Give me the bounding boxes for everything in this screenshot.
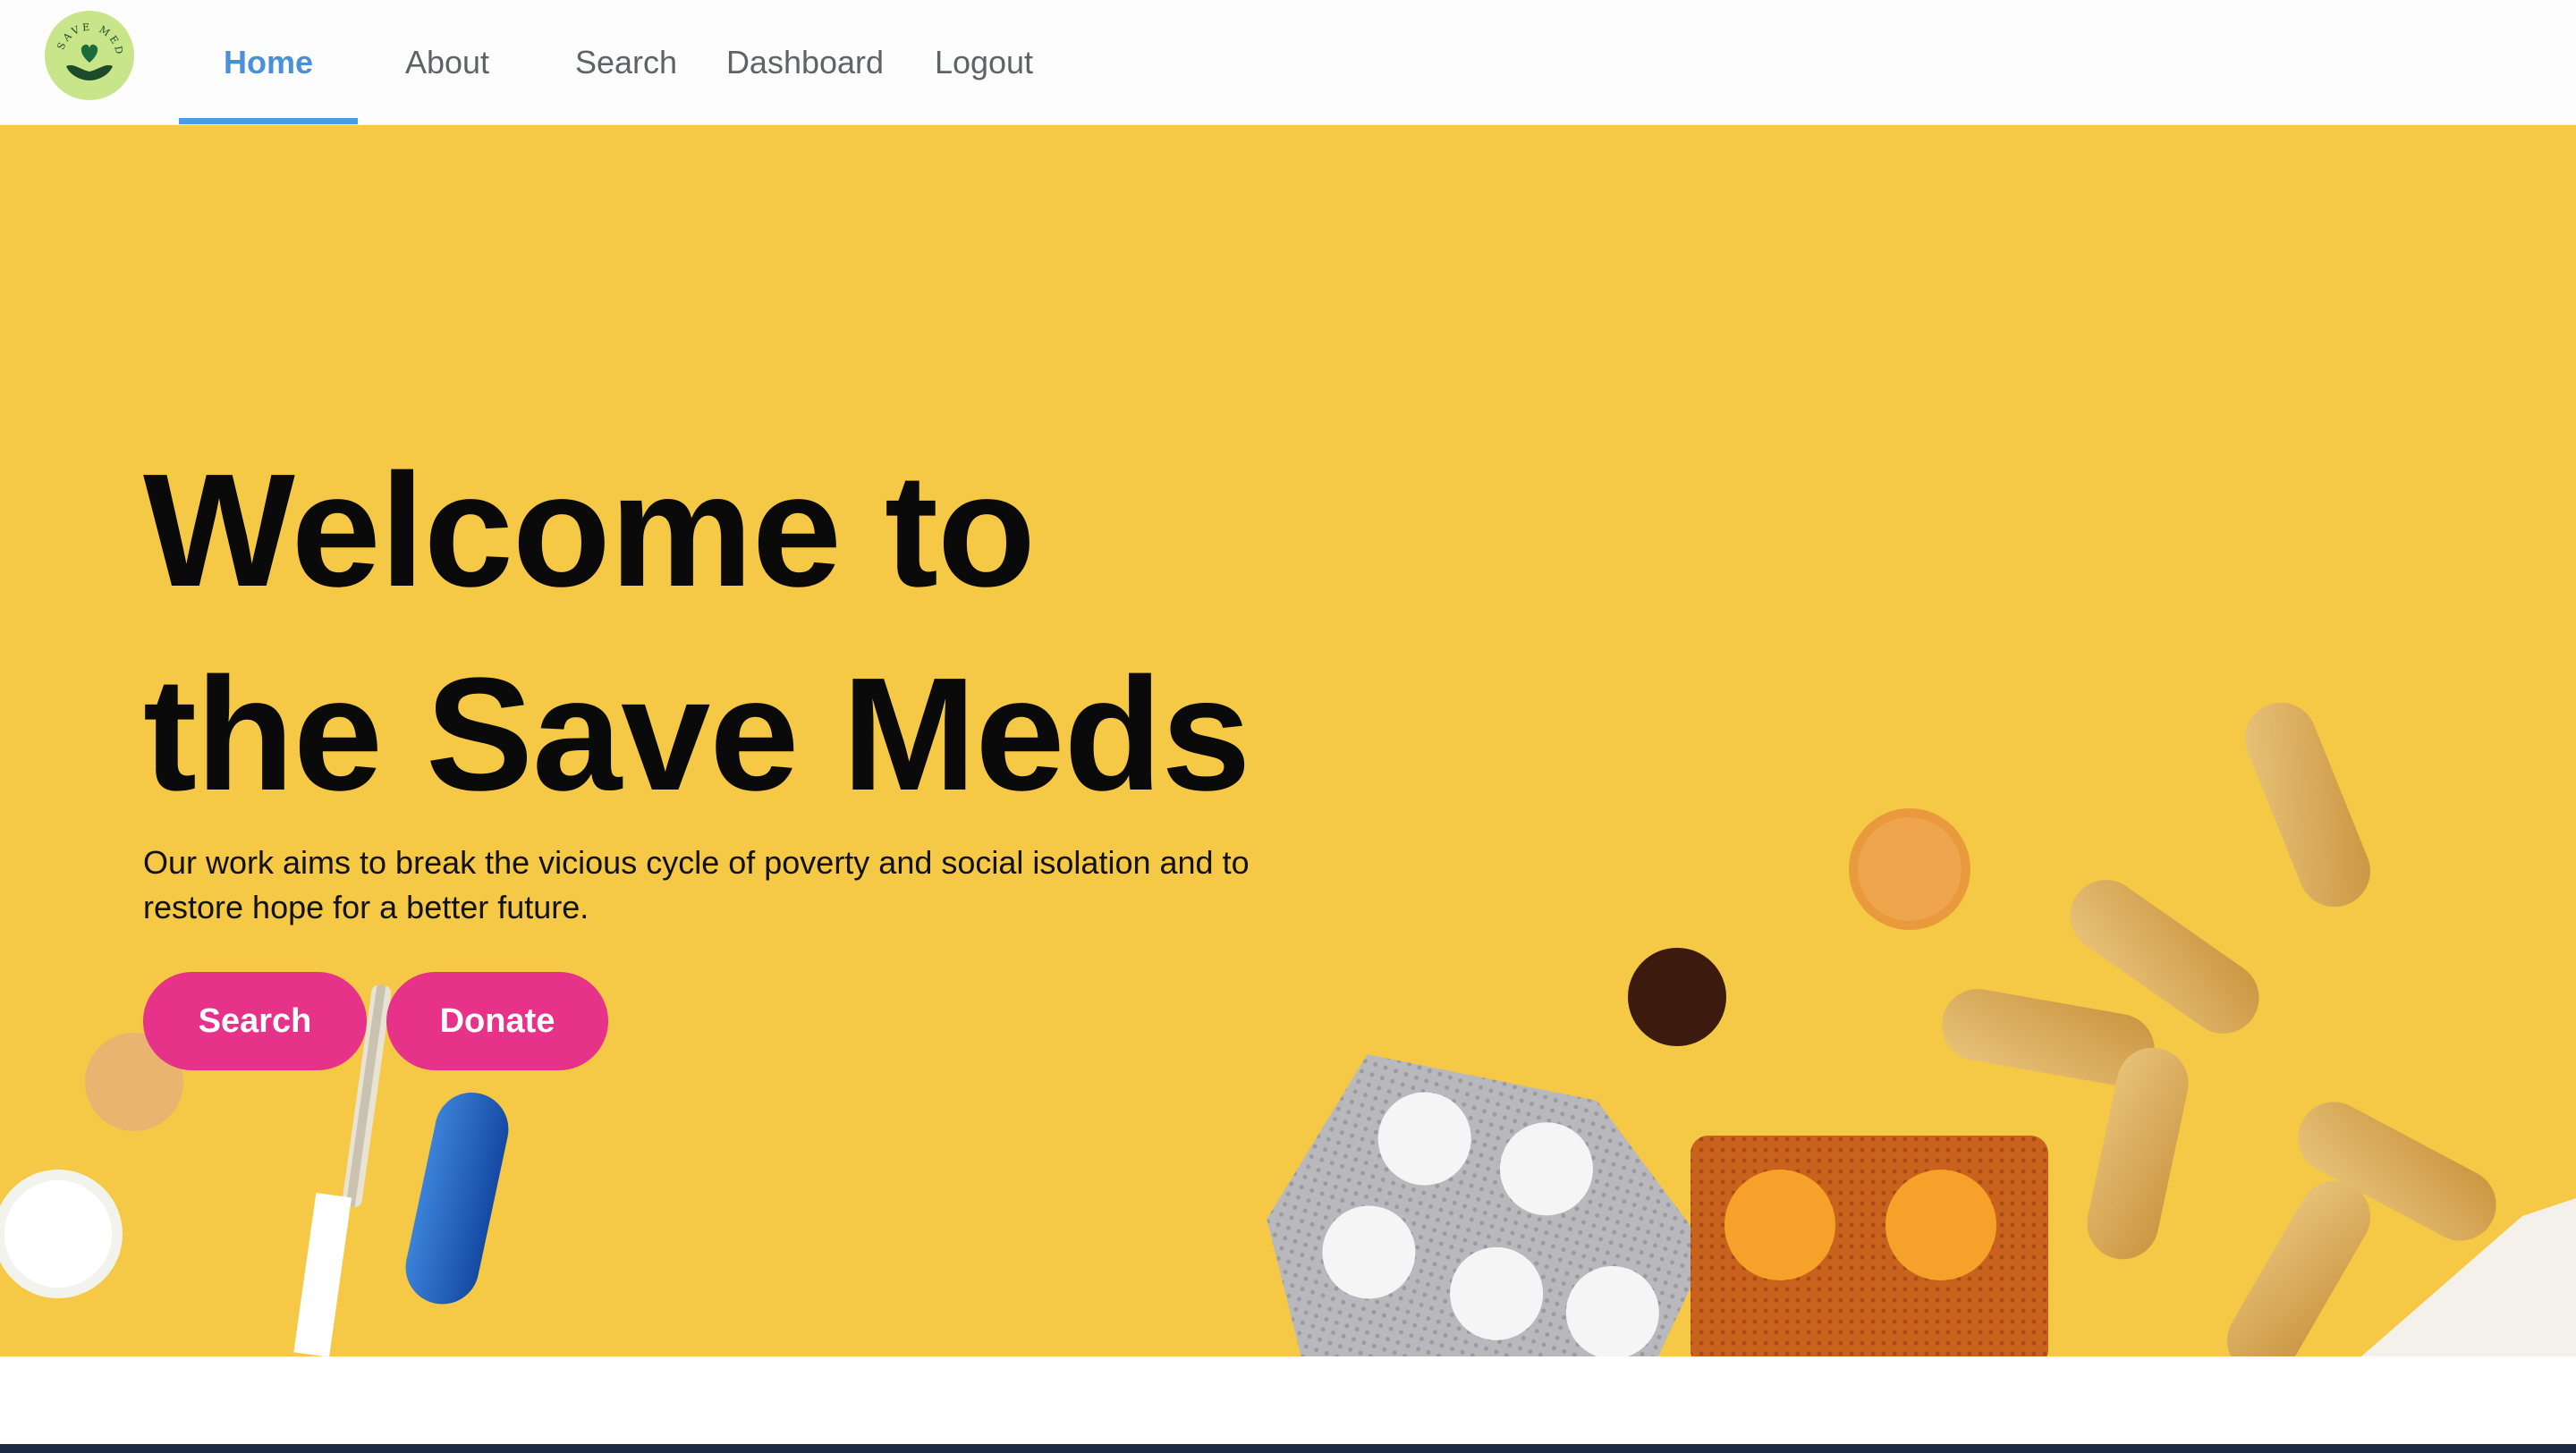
hero-title-line-2: the Save Meds	[143, 645, 1251, 824]
hero-banner: Welcome to the Save Meds Our work aims t…	[0, 125, 2576, 1356]
hero-search-button[interactable]: Search	[143, 972, 367, 1070]
hero-title: Welcome to the Save Meds	[143, 429, 1395, 837]
nav-home[interactable]: Home	[179, 0, 358, 125]
nav-logout[interactable]: Logout	[894, 0, 1073, 125]
nav-about[interactable]: About	[358, 0, 537, 125]
active-tab-indicator	[179, 118, 358, 124]
footer-edge	[0, 1444, 2576, 1453]
content-spacer	[0, 1356, 2576, 1446]
save-meds-logo[interactable]: SAVE MEDS	[45, 11, 134, 100]
hero-donate-button[interactable]: Donate	[386, 972, 608, 1070]
nav-dashboard[interactable]: Dashboard	[716, 0, 894, 125]
hero-subtitle: Our work aims to break the vicious cycle…	[143, 844, 1250, 925]
nav-search[interactable]: Search	[537, 0, 716, 125]
top-navbar: SAVE MEDS Home About Search Dashboard Lo…	[0, 0, 2576, 125]
heart-hand-icon: SAVE MEDS	[45, 11, 132, 98]
hero-title-line-1: Welcome to	[143, 441, 1036, 621]
